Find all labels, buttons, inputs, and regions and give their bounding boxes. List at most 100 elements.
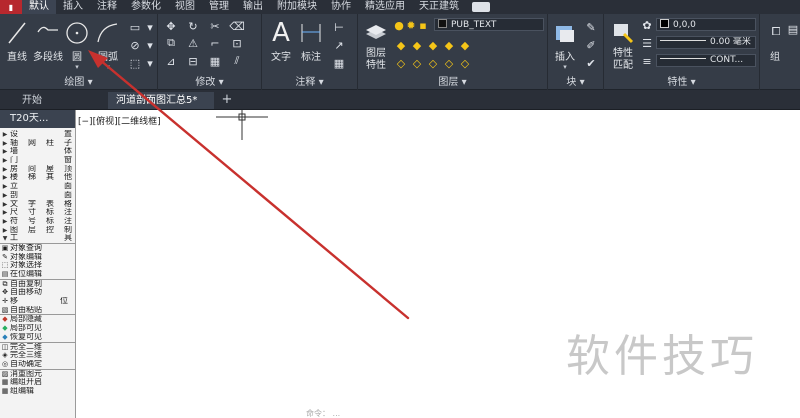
move-icon[interactable]: ✥ (164, 19, 178, 33)
linetype-dropdown[interactable]: CONT... (656, 54, 756, 67)
tool-object-edit[interactable]: ✎ 对象编辑 (0, 253, 76, 262)
menu-item-stairs-other[interactable]: ▶ 楼梯其他 (0, 173, 76, 182)
tool-in-place-edit[interactable]: ▤ 在位编辑 (0, 270, 76, 279)
tool-remove-duplicates[interactable]: ▨ 消重图元 (0, 370, 76, 379)
mirror-icon[interactable]: ⚠ (186, 36, 200, 50)
fillet-icon[interactable]: ⌐ (208, 36, 222, 50)
block-attributes-icon[interactable]: ✔ (584, 56, 598, 70)
lock-icon[interactable]: ▪ (416, 18, 430, 32)
tab-addins[interactable]: 附加模块 (270, 0, 324, 14)
edit-block-icon[interactable]: ✐ (584, 38, 598, 52)
tool-full-3d[interactable]: ◈ 完全三维 (0, 351, 76, 360)
tab-output[interactable]: 输出 (236, 0, 270, 14)
tool-free-copy[interactable]: ⧉ 自由复制 (0, 280, 76, 289)
menu-item-text-tables[interactable]: ▶ 文字表格 (0, 200, 76, 209)
layer-unlock-icon[interactable]: ◇ (458, 56, 472, 70)
tab-manage[interactable]: 管理 (202, 0, 236, 14)
insert-block-button[interactable]: 插入 ▾ (552, 18, 578, 71)
line-tool-button[interactable]: 直线 (4, 18, 30, 63)
explode-icon[interactable]: ⊡ (230, 36, 244, 50)
group-icon[interactable]: ⧠ (766, 22, 786, 42)
modify-group-title[interactable]: 修改 ▾ (158, 76, 261, 90)
layer-lock-icon[interactable]: ◆ (442, 38, 456, 52)
offset-icon[interactable]: ⫽ (230, 54, 244, 68)
array-icon[interactable]: ▦ (208, 54, 222, 68)
layer-merge-icon[interactable]: ◇ (426, 56, 440, 70)
boundary-icon[interactable]: ⬚ (128, 56, 142, 70)
group-label[interactable]: 组 (770, 48, 780, 63)
tool-group-enable[interactable]: ▦ 编组开启 (0, 378, 76, 387)
menu-item-doors-windows[interactable]: ▶ 门窗 (0, 156, 76, 165)
linear-dim-icon[interactable]: ⊢ (332, 20, 346, 34)
tab-collaborate[interactable]: 协作 (324, 0, 358, 14)
layer-properties-button[interactable]: 图层 特性 (360, 18, 392, 72)
circle-tool-button[interactable]: 圆 ▾ (64, 18, 90, 71)
menu-item-layer-control[interactable]: ▶ 图层控制 (0, 226, 76, 235)
tool-shift[interactable]: ✛ 移位 (0, 297, 76, 306)
tool-free-move[interactable]: ✥ 自由移动 (0, 288, 76, 297)
menu-item-dimensions[interactable]: ▶ 尺寸标注 (0, 208, 76, 217)
layer-isolate-icon[interactable]: ◆ (410, 38, 424, 52)
tab-annotate[interactable]: 注释 (90, 0, 124, 14)
linetype-icon[interactable]: ≡ (640, 54, 654, 68)
ungroup-icon[interactable]: ▤ (786, 22, 800, 36)
menu-item-rooms-roofs[interactable]: ▶ 房间屋顶 (0, 165, 76, 174)
menu-item-tools[interactable]: ▼ 工具 (0, 234, 76, 243)
menu-item-walls[interactable]: ▶ 墙体 (0, 147, 76, 156)
menu-item-settings[interactable]: ▶ 设置 (0, 130, 76, 139)
add-tab-button[interactable]: + (220, 93, 234, 107)
layer-freeze-icon[interactable]: ◆ (426, 38, 440, 52)
tab-start[interactable]: 开始 (14, 92, 50, 109)
erase-icon[interactable]: ⌫ (229, 19, 245, 33)
polyline-tool-button[interactable]: 多段线 (33, 18, 63, 63)
chevron-down-icon[interactable]: ▾ (75, 63, 79, 71)
side-palette-title[interactable]: T20天... (0, 110, 75, 128)
tool-local-show[interactable]: ◆ 局部可见 (0, 324, 76, 333)
leader-icon[interactable]: ↗ (332, 38, 346, 52)
tool-auto-determine[interactable]: ◎ 自动确定 (0, 360, 76, 369)
annotation-group-title[interactable]: 注释 ▾ (262, 76, 357, 90)
tab-tangent-architecture[interactable]: 天正建筑 (412, 0, 466, 14)
tab-parametric[interactable]: 参数化 (124, 0, 168, 14)
menu-item-section[interactable]: ▶ 剖面 (0, 191, 76, 200)
table-icon[interactable]: ▦ (332, 56, 346, 70)
tab-featured-apps[interactable]: 精选应用 (358, 0, 412, 14)
rotate-icon[interactable]: ↻ (186, 19, 200, 33)
copy-icon[interactable]: ⧉ (164, 36, 178, 50)
layer-walk-icon[interactable]: ◇ (410, 56, 424, 70)
rectangle-icon[interactable]: ▭ (128, 20, 142, 34)
ribbon-options-icon[interactable] (472, 2, 490, 12)
match-properties-button[interactable]: 特性 匹配 (608, 18, 638, 72)
draw-group-title[interactable]: 绘图 ▾ (0, 76, 157, 90)
tab-drawing[interactable]: 河道剖面图汇总5* ✕ (108, 92, 214, 123)
block-group-title[interactable]: 块 ▾ (548, 76, 603, 90)
color-dropdown[interactable]: 0,0,0 (656, 18, 756, 31)
hatch-icon[interactable]: ⊘ (128, 38, 142, 52)
create-block-icon[interactable]: ✎ (584, 20, 598, 34)
chevron-down-icon[interactable]: ▾ (563, 63, 567, 71)
trim-icon[interactable]: ✂ (208, 19, 222, 33)
rectangle-dropdown-icon[interactable]: ▾ (143, 20, 157, 34)
layer-delete-icon[interactable]: ◇ (442, 56, 456, 70)
command-line[interactable]: 命令： ... (306, 408, 340, 418)
tool-object-query[interactable]: ▣ 对象查询 (0, 244, 76, 253)
tab-default[interactable]: 默认 (22, 0, 56, 14)
text-tool-button[interactable]: A 文字 (268, 18, 294, 63)
boundary-dropdown-icon[interactable]: ▾ (143, 56, 157, 70)
arc-tool-button[interactable]: 圆弧 ▾ (95, 18, 121, 71)
tool-local-hide[interactable]: ◆ 局部隐藏 (0, 315, 76, 324)
app-logo[interactable]: ▮ (0, 0, 22, 14)
stretch-icon[interactable]: ⊿ (164, 54, 178, 68)
hatch-dropdown-icon[interactable]: ▾ (143, 38, 157, 52)
layer-previous-icon[interactable]: ◇ (394, 56, 408, 70)
menu-item-elevation[interactable]: ▶ 立面 (0, 182, 76, 191)
scale-icon[interactable]: ⊟ (186, 54, 200, 68)
properties-group-title[interactable]: 特性 ▾ (604, 76, 759, 90)
tool-full-2d[interactable]: ◫ 完全二维 (0, 343, 76, 352)
drawing-canvas[interactable]: [−][俯视][二维线框] 软件技巧 命令： ... (76, 110, 800, 418)
lineweight-dropdown[interactable]: 0.00 毫米 (656, 36, 756, 49)
tool-restore-visible[interactable]: ◆ 恢复可见 (0, 333, 76, 342)
dimension-tool-button[interactable]: 标注 (298, 18, 324, 63)
color-wheel-icon[interactable]: ✿ (640, 18, 654, 32)
layer-off-icon[interactable]: ◆ (394, 38, 408, 52)
